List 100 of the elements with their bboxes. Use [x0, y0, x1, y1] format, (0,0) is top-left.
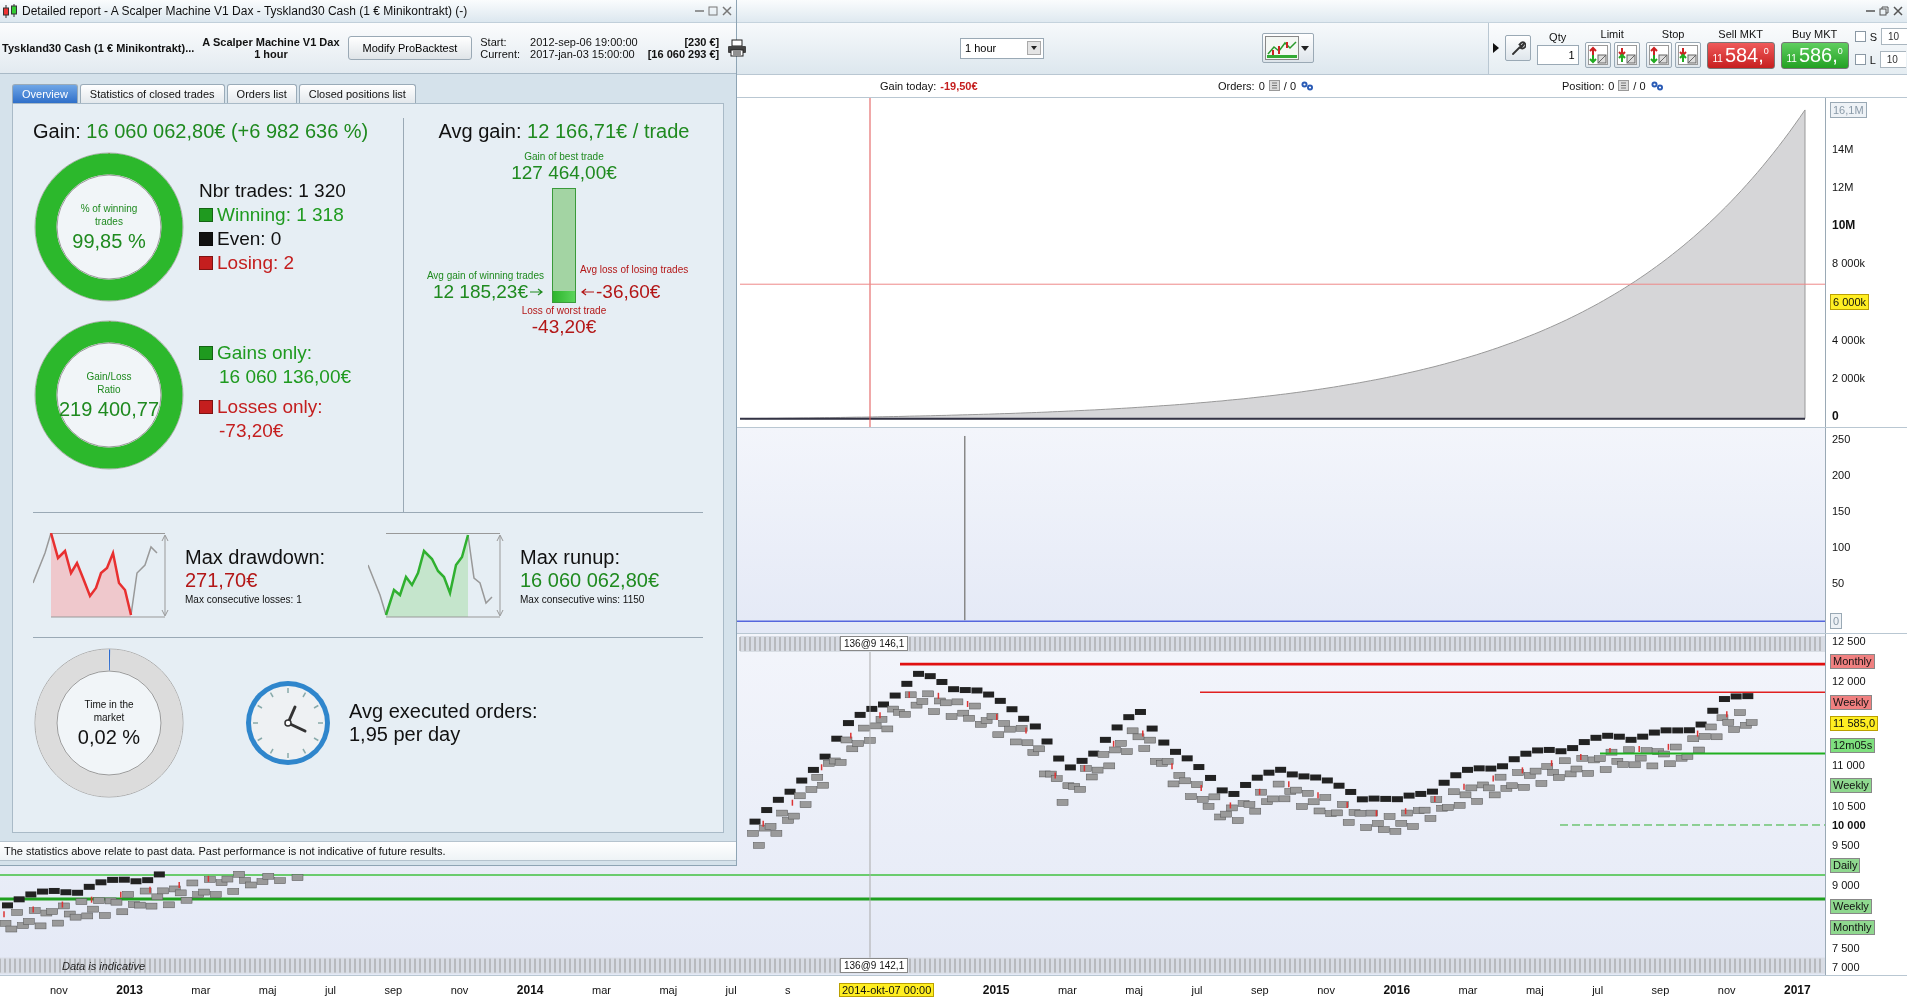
axis-label: nov: [450, 984, 469, 997]
data-notice: Data is indicative: [62, 960, 146, 973]
crosshair-value-label: 136@9 146,1: [840, 635, 909, 651]
axis-label: 10M: [1831, 217, 1857, 232]
expand-arrow-icon: [1492, 43, 1499, 54]
axis-label: 2 000k: [1831, 371, 1867, 386]
gears-icon: [1300, 80, 1315, 92]
stat-note: Max consecutive losses: 1: [185, 593, 303, 605]
gauge-value: 0,02 %: [77, 725, 141, 749]
axis-label: jul: [725, 984, 737, 997]
clock-icon: [243, 678, 333, 768]
quantity-field[interactable]: 10: [1881, 28, 1907, 46]
cursor-date-label: 2014-okt-07 00:00: [839, 983, 935, 998]
axis-label: maj: [1125, 984, 1144, 997]
limit-label: Limit: [1600, 28, 1624, 41]
window-title: Detailed report - A Scalper Machine V1 Dax - Tyskland30 Cash (1 € Minikontrakt) (-): [22, 4, 469, 18]
stop-order-button[interactable]: [1674, 42, 1701, 69]
checkbox[interactable]: [1854, 54, 1866, 66]
timeframe-label: 1 hour: [254, 48, 288, 60]
close-icon: [1893, 5, 1903, 16]
trade-count: Nbr trades: 1 320: [199, 180, 346, 202]
candlestick-icon: [2, 3, 18, 19]
total-label: Gains only:: [217, 342, 313, 364]
order-arrows-icon: [1677, 45, 1698, 66]
list-icon: [1268, 80, 1280, 92]
avg-losing-label: Avg loss of losing trades: [580, 264, 690, 275]
limit-order-button[interactable]: [1613, 42, 1640, 69]
axis-label: sep: [1651, 984, 1670, 997]
axis-label: 0: [1830, 612, 1843, 629]
position-label: Position:: [1562, 79, 1605, 92]
tab[interactable]: Overview: [12, 84, 78, 103]
minimize-icon: [695, 10, 704, 12]
qty-field[interactable]: 1: [1536, 45, 1579, 66]
stat-value: 271,70€: [185, 568, 259, 592]
arrow-icon: [530, 288, 544, 296]
stat-note: Max consecutive wins: 1150: [520, 593, 646, 605]
tab[interactable]: Closed positions list: [298, 84, 416, 103]
printer-icon: [727, 39, 748, 57]
tab[interactable]: Orders list: [226, 84, 297, 103]
worst-trade-value: -43,20€: [531, 316, 597, 338]
axis-label: 7 000: [1831, 961, 1861, 975]
checkbox-label: L: [1869, 53, 1876, 66]
timeframe-dropdown[interactable]: 1 hour: [960, 37, 1044, 59]
checkbox[interactable]: [1854, 31, 1866, 43]
axis-label: nov: [1717, 984, 1736, 997]
total-label: Losses only:: [217, 396, 323, 418]
gauge-label: % of winning trades: [79, 201, 139, 228]
axis-label: 150: [1831, 504, 1852, 519]
level-tag: Weekly: [1830, 778, 1872, 794]
axis-label: 14M: [1831, 141, 1855, 156]
quantity-field[interactable]: 10: [1879, 51, 1906, 69]
axis-label: 12M: [1831, 179, 1855, 194]
axis-label: jul: [1191, 984, 1203, 997]
caret-icon: [1027, 41, 1041, 56]
period-label: Current:: [480, 48, 521, 60]
average-gain-summary: Avg gain: 12 166,71€ / trade: [438, 120, 690, 143]
crosshair-value-label: 136@9 142,1: [840, 958, 909, 974]
axis-label: 250: [1831, 432, 1852, 447]
best-trade-value: 127 464,00€: [511, 162, 617, 184]
axis-label: s: [785, 984, 791, 997]
gears-icon: [1649, 80, 1664, 92]
axis-label: 2015: [982, 983, 1010, 998]
tools-button[interactable]: [1504, 35, 1531, 62]
position-count: 0: [1608, 79, 1615, 92]
line-chart-icon: [1265, 36, 1299, 61]
axis-label: 12 500: [1831, 634, 1867, 648]
position-pending: / 0: [1633, 79, 1646, 92]
avg-winning-label: Avg gain of winning trades: [426, 270, 544, 281]
worst-trade-label: Loss of worst trade: [521, 305, 607, 316]
limit-order-button[interactable]: [1584, 42, 1611, 69]
tab[interactable]: Statistics of closed trades: [79, 84, 225, 103]
gauge-value: 99,85 %: [72, 229, 146, 253]
quote-label: Sell MKT: [1718, 27, 1763, 40]
order-arrows-icon: [1648, 45, 1669, 66]
capital-value: [16 060 293 €]: [647, 48, 720, 60]
period-date: 2012-sep-06 19:00:00: [530, 36, 638, 48]
checkbox-label: S: [1869, 30, 1877, 43]
sell-market-button[interactable]: 11 584,$^{0}$: [1706, 41, 1775, 69]
caret-icon: [1301, 44, 1309, 53]
qty-label: Qty: [1549, 31, 1567, 44]
axis-label: nov: [50, 984, 68, 997]
avg-winning-value: 12 185,23€: [432, 281, 528, 303]
chart-type-button[interactable]: [1262, 33, 1314, 64]
total-value: 16 060 136,00€: [218, 366, 352, 388]
axis-label: 2013: [116, 983, 143, 998]
stop-label: Stop: [1661, 28, 1685, 41]
period-date: 2017-jan-03 15:00:00: [530, 48, 636, 60]
maximize-icon: [708, 6, 718, 16]
avg-losing-value: -36,60€: [596, 281, 661, 303]
axis-label: mar: [1057, 984, 1077, 997]
axis-label: 9 000: [1831, 879, 1861, 893]
legend-label: Losing: 2: [217, 252, 295, 274]
arrow-icon: [580, 288, 594, 296]
stop-order-button[interactable]: [1645, 42, 1672, 69]
axis-label: 2016: [1383, 983, 1411, 998]
modify-backtest-button[interactable]: Modify ProBacktest: [347, 36, 473, 60]
axis-label: maj: [1525, 984, 1544, 997]
best-trade-label: Gain of best trade: [524, 151, 604, 162]
axis-label: nov: [1317, 984, 1335, 997]
orders-label: Orders:: [1218, 79, 1255, 92]
